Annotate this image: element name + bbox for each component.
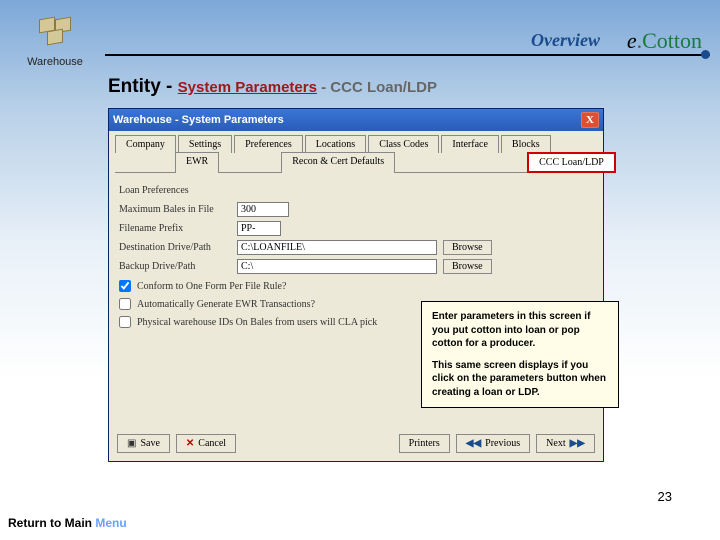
tab-locations[interactable]: Locations — [305, 135, 366, 153]
tab-ewr[interactable]: EWR — [175, 152, 219, 173]
close-icon[interactable]: X — [581, 112, 599, 128]
page-number: 23 — [658, 489, 672, 504]
auto-ewr-label: Automatically Generate EWR Transactions? — [137, 299, 315, 310]
boxes-icon — [31, 16, 79, 56]
return-link[interactable]: Return to Main Menu — [8, 516, 127, 530]
tab-settings[interactable]: Settings — [178, 135, 232, 153]
overview-title: Overview — [531, 30, 600, 51]
tab-row-1: Company Settings Preferences Locations C… — [109, 131, 603, 152]
crumb-entity: Entity — [108, 76, 161, 97]
tab-row-2: EWR Recon & Cert Defaults CCC Loan/LDP — [109, 152, 603, 172]
help-callout: Enter parameters in this screen if you p… — [421, 301, 619, 408]
callout-p2: This same screen displays if you click o… — [432, 359, 608, 400]
warehouse-logo: Warehouse — [10, 16, 100, 68]
tab-recon[interactable]: Recon & Cert Defaults — [281, 152, 395, 173]
printers-button[interactable]: Printers — [399, 434, 450, 453]
max-bales-input[interactable] — [237, 202, 289, 217]
tab-preferences[interactable]: Preferences — [234, 135, 303, 153]
next-icon: ▶▶ — [570, 438, 585, 449]
physical-whs-label: Physical warehouse IDs On Bales from use… — [137, 317, 377, 328]
cancel-icon: ✕ — [186, 438, 194, 449]
cancel-button[interactable]: ✕ Cancel — [176, 434, 236, 453]
conform-checkbox[interactable] — [119, 280, 131, 292]
dest-label: Destination Drive/Path — [119, 242, 237, 253]
save-button[interactable]: ▣ Save — [117, 434, 170, 453]
slide-header: Warehouse Overview e.Cotton — [10, 10, 710, 70]
crumb-tail: CCC Loan/LDP — [330, 79, 437, 96]
next-button[interactable]: Next ▶▶ — [536, 434, 595, 453]
max-bales-label: Maximum Bales in File — [119, 204, 237, 215]
crumb-sys: System Parameters — [178, 79, 317, 96]
prefix-label: Filename Prefix — [119, 223, 237, 234]
callout-p1: Enter parameters in this screen if you p… — [432, 310, 608, 351]
dest-input[interactable] — [237, 240, 437, 255]
tab-interface[interactable]: Interface — [441, 135, 499, 153]
tab-ccc-loan-ldp[interactable]: CCC Loan/LDP — [527, 152, 616, 173]
prev-icon: ◀◀ — [466, 438, 481, 449]
window-title: Warehouse - System Parameters — [113, 114, 284, 126]
physical-whs-checkbox[interactable] — [119, 316, 131, 328]
auto-ewr-checkbox[interactable] — [119, 298, 131, 310]
tab-company[interactable]: Company — [115, 135, 176, 153]
logo-label: Warehouse — [10, 56, 100, 68]
titlebar: Warehouse - System Parameters X — [109, 109, 603, 131]
tab-class-codes[interactable]: Class Codes — [368, 135, 439, 153]
browse-dest-button[interactable]: Browse — [443, 240, 492, 255]
group-title: Loan Preferences — [119, 185, 593, 196]
disk-icon: ▣ — [127, 438, 136, 449]
conform-label: Conform to One Form Per File Rule? — [137, 281, 286, 292]
browse-backup-button[interactable]: Browse — [443, 259, 492, 274]
button-bar: ▣ Save ✕ Cancel Printers ◀◀ Previous Nex… — [117, 434, 595, 453]
prefix-input[interactable] — [237, 221, 281, 236]
previous-button[interactable]: ◀◀ Previous — [456, 434, 530, 453]
divider — [105, 54, 710, 56]
backup-input[interactable] — [237, 259, 437, 274]
system-parameters-window: Warehouse - System Parameters X Company … — [108, 108, 604, 462]
line-dot — [701, 50, 710, 59]
brand-ecotton: e.Cotton — [627, 28, 702, 54]
backup-label: Backup Drive/Path — [119, 261, 237, 272]
tab-blocks[interactable]: Blocks — [501, 135, 551, 153]
breadcrumb: Entity - System Parameters - CCC Loan/LD… — [108, 76, 437, 98]
